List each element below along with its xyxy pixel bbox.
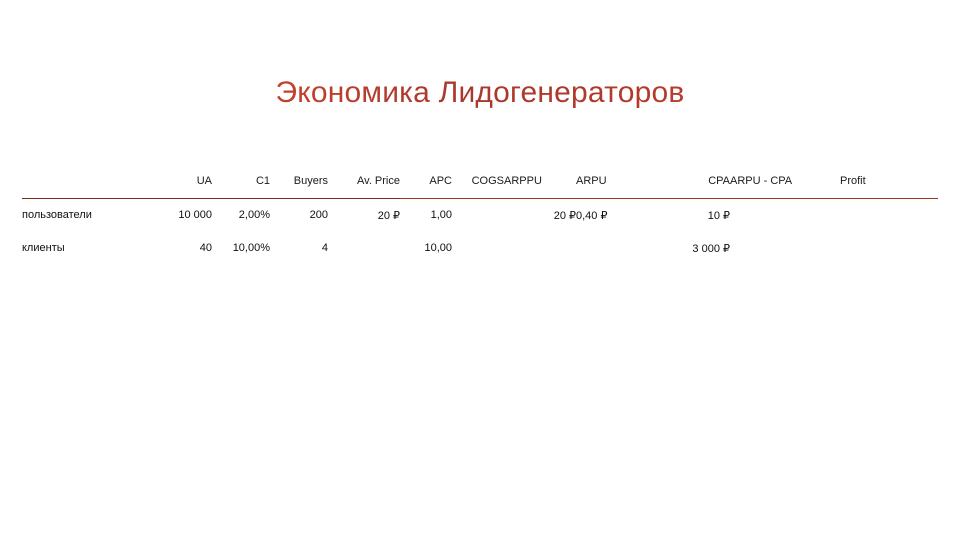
cell-arpu — [576, 232, 654, 265]
page-title: Экономика Лидогенераторов — [0, 73, 960, 113]
table-header-row: UA C1 Buyers Av. Price APC COGS ARPPU AR… — [22, 165, 938, 196]
column-header-c1: C1 — [255, 174, 270, 187]
cell-ua: 40 — [199, 242, 212, 254]
table-body: пользователи 10 000 2,00% 200 20 ₽ 1,00 … — [22, 199, 938, 265]
cell-arpu: 0,40 ₽ — [576, 209, 608, 222]
column-header-arpu-minus-cpa: ARPU - CPA — [730, 174, 793, 187]
cell-arpu-minus-cpa — [730, 232, 840, 265]
table-row: клиенты 40 10,00% 4 10,00 3 000 ₽ — [22, 232, 938, 265]
column-header-label — [22, 165, 140, 196]
cell-row-label: клиенты — [22, 242, 65, 254]
cell-av-price: 20 ₽ — [377, 209, 400, 222]
column-header-buyers: Buyers — [293, 174, 328, 187]
cell-buyers: 200 — [309, 209, 328, 222]
cell-c1: 10,00% — [232, 242, 270, 254]
cell-cogs — [452, 232, 504, 265]
cell-av-price — [328, 232, 400, 265]
table-header: UA C1 Buyers Av. Price APC COGS ARPPU AR… — [22, 165, 938, 199]
cell-buyers: 4 — [321, 242, 328, 254]
cell-apc: 10,00 — [424, 242, 452, 254]
cell-arppu: 20 ₽ — [553, 209, 576, 222]
cell-row-label: пользователи — [22, 209, 92, 222]
table-row: пользователи 10 000 2,00% 200 20 ₽ 1,00 … — [22, 199, 938, 232]
column-header-arpu: ARPU — [576, 174, 607, 187]
cell-c1: 2,00% — [238, 209, 270, 222]
column-header-profit: Profit — [840, 174, 866, 187]
cell-profit — [840, 232, 938, 265]
cell-cpa: 10 ₽ — [707, 209, 730, 222]
column-header-av-price: Av. Price — [357, 174, 400, 187]
column-header-cogs: COGS — [471, 174, 504, 187]
cell-cogs — [452, 199, 504, 232]
cell-apc: 1,00 — [430, 209, 452, 222]
cell-arppu — [504, 232, 576, 265]
cell-cpa: 3 000 ₽ — [692, 242, 730, 255]
economics-table: UA C1 Buyers Av. Price APC COGS ARPPU AR… — [22, 165, 938, 265]
cell-arpu-minus-cpa — [730, 199, 840, 232]
column-header-apc: APC — [429, 174, 452, 187]
column-header-ua: UA — [196, 174, 212, 187]
column-header-arppu: ARPPU — [504, 174, 542, 187]
cell-ua: 10 000 — [178, 209, 212, 222]
column-header-cpa: CPA — [708, 174, 730, 187]
cell-profit — [840, 199, 938, 232]
